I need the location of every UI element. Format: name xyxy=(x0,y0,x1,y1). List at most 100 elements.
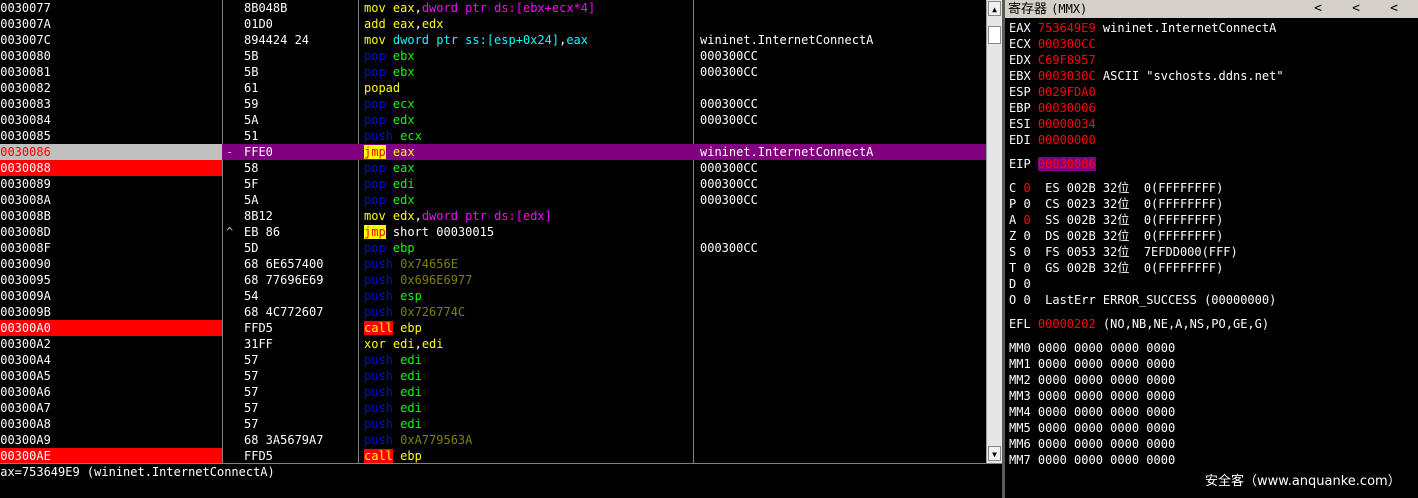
hex-cell: 8B048B xyxy=(244,1,288,15)
disasm-row[interactable]: 000300A5 57 push edi xyxy=(0,368,986,384)
disasm-row[interactable]: 0003008B 8B12 mov edx,dword ptr ds:[edx] xyxy=(0,208,986,224)
instruction-token: push xyxy=(364,289,401,303)
instruction-token: call xyxy=(364,449,393,463)
disasm-row[interactable]: 00030085 51 push ecx xyxy=(0,128,986,144)
comment-cell: 000300CC xyxy=(700,241,758,255)
address-cell: 000300AE xyxy=(0,448,222,463)
address-cell: 00030082 xyxy=(0,81,51,95)
hex-cell: 68 3A5679A7 xyxy=(244,433,324,447)
nav-left-icon[interactable]: < xyxy=(1387,1,1401,17)
disassembly-pane[interactable]: 000300778B048Bmov eax,dword ptr ds:[ebx+… xyxy=(0,0,986,463)
instruction-token: , xyxy=(414,337,422,351)
hex-cell: 58 xyxy=(244,161,259,175)
disasm-row[interactable]: 00030077 8B048B mov eax,dword ptr ds:[ebx+… xyxy=(0,0,986,16)
instruction-cell: pop ebp xyxy=(364,240,690,256)
disasm-row[interactable]: 0003009A 54 push esp xyxy=(0,288,986,304)
instruction-token: eax xyxy=(392,161,415,175)
instruction-token: ebp xyxy=(400,449,422,463)
hex-cell: 57 xyxy=(244,401,259,415)
instruction-token: edi xyxy=(400,401,422,415)
disassembly-scrollbar[interactable]: ▲ ▼ xyxy=(986,0,1003,463)
disasm-row[interactable]: 000300A7 57 push edi xyxy=(0,400,986,416)
disasm-row[interactable]: 0003009B 68 4C772607 push 0x726774C xyxy=(0,304,986,320)
instruction-token: ebx xyxy=(392,65,415,79)
hex-cell: 57 xyxy=(244,385,259,399)
watermark: 安全客（www.anquanke.com） xyxy=(1205,474,1401,489)
flag-row-t: T 0 GS 002B 32位 0(FFFFFFFF) xyxy=(1009,260,1223,276)
register-value: 0000 0000 0000 0000 xyxy=(1037,421,1176,435)
disasm-row[interactable]: 0003007C 894424 24 mov dword ptr ss:[esp+0… xyxy=(0,32,986,48)
disasm-row[interactable]: 00030089 5F pop edi 000300CC xyxy=(0,176,986,192)
instruction-token: edi xyxy=(400,417,422,431)
disasm-row[interactable]: 000300A8 57 push edi xyxy=(0,416,986,432)
disasm-row[interactable]: 0003008A 5A pop edx 000300CC xyxy=(0,192,986,208)
instruction-token: edi xyxy=(392,337,415,351)
register-value: 0003030C xyxy=(1037,69,1096,83)
disasm-row[interactable]: 00030081 5B pop ebx 000300CC xyxy=(0,64,986,80)
register-row-eax: EAX 753649E9 wininet.InternetConnectA xyxy=(1009,20,1276,36)
disasm-row[interactable]: 00030086-FFE0 jmp eax wininet.InternetConn… xyxy=(0,144,986,160)
registers-pane[interactable]: 寄存器 (MMX) < < < EAX 753649E9 wininet.Int… xyxy=(1005,0,1418,498)
register-row-ecx: ECX 000300CC xyxy=(1009,36,1096,52)
instruction-cell: pop edx xyxy=(364,192,690,208)
scroll-down-arrow-icon[interactable]: ▼ xyxy=(988,446,1001,461)
disasm-row[interactable]: 000300A2 31FF xor edi,edi xyxy=(0,336,986,352)
instruction-token: 0x726774C xyxy=(400,305,466,319)
disasm-row[interactable]: 000300A4 57 push edi xyxy=(0,352,986,368)
register-value: 00030006 xyxy=(1037,101,1096,115)
instruction-cell: mov edx,dword ptr ds:[edx] xyxy=(364,208,690,224)
flag-value: 0 xyxy=(1023,181,1031,195)
disasm-row[interactable]: 000300A9 68 3A5679A7 push 0xA779563A xyxy=(0,432,986,448)
instruction-token: mov xyxy=(364,33,393,47)
hex-cell: 5D xyxy=(244,241,259,255)
disasm-row[interactable]: 00030084 5A pop edx 000300CC xyxy=(0,112,986,128)
instruction-token: call xyxy=(364,321,393,335)
instruction-token: pop xyxy=(364,193,393,207)
disasm-row[interactable]: 000300A0 FFD5 call ebp xyxy=(0,320,986,336)
instruction-token: push xyxy=(364,257,401,271)
instruction-token: edx xyxy=(392,209,415,223)
nav-left-icon[interactable]: < xyxy=(1349,1,1363,17)
disasm-row[interactable]: 0003007A 01D0 add eax,edx xyxy=(0,16,986,32)
instruction-cell: push edi xyxy=(364,352,690,368)
hex-cell: 5A xyxy=(244,193,259,207)
register-value: 0000 0000 0000 0000 xyxy=(1037,389,1176,403)
instruction-cell: push edi xyxy=(364,400,690,416)
instruction-token: edi xyxy=(400,353,422,367)
instruction-token: , xyxy=(414,1,422,15)
disasm-row[interactable]: 00030090 68 6E657400 push 0x74656E xyxy=(0,256,986,272)
disasm-row[interactable]: 00030080 5B pop ebx 000300CC xyxy=(0,48,986,64)
register-note: wininet.InternetConnectA xyxy=(1095,21,1277,35)
hex-cell: 57 xyxy=(244,369,259,383)
disasm-row[interactable]: 000300AE FFD5 call ebp xyxy=(0,448,986,463)
disasm-row[interactable]: 000300A6 57 push edi xyxy=(0,384,986,400)
disasm-row[interactable]: 0003008F 5D pop ebp 000300CC xyxy=(0,240,986,256)
disasm-row[interactable]: 00030083 59 pop ecx 000300CC xyxy=(0,96,986,112)
scroll-thumb[interactable] xyxy=(988,26,1001,44)
disasm-row[interactable]: 0003008D ^ EB 86 jmp short 00030015 xyxy=(0,224,986,240)
address-cell: 0003008D xyxy=(0,225,51,239)
register-row-esp: ESP 0029FDA0 xyxy=(1009,84,1096,100)
disasm-row[interactable]: 00030088 58 pop eax 000300CC xyxy=(0,160,986,176)
register-text: MM5 xyxy=(1009,421,1038,435)
scroll-up-arrow-icon[interactable]: ▲ xyxy=(988,1,1001,16)
instruction-token: push xyxy=(364,385,401,399)
register-row-ebp: EBP 00030006 xyxy=(1009,100,1096,116)
flag-value: 0 xyxy=(1023,213,1031,227)
address-cell: 0003008B xyxy=(0,209,51,223)
disasm-row[interactable]: 00030095 68 77696E69 push 0x696E6977 xyxy=(0,272,986,288)
comment-cell: 000300CC xyxy=(700,177,758,191)
flag-row-s: S 0 FS 0053 32位 7EFDD000(FFF) xyxy=(1009,244,1238,260)
register-text: MM1 xyxy=(1009,357,1038,371)
nav-left-icon[interactable]: < xyxy=(1311,1,1325,17)
instruction-token: eax xyxy=(566,33,588,47)
register-text: P xyxy=(1009,197,1024,211)
instruction-token: pop xyxy=(364,113,393,127)
address-cell: 000300A4 xyxy=(0,353,51,367)
disasm-row[interactable]: 00030082 61 popad xyxy=(0,80,986,96)
instruction-token: jmp xyxy=(364,225,386,239)
address-cell: 0003009B xyxy=(0,305,51,319)
instruction-token xyxy=(386,145,393,159)
register-text: S xyxy=(1009,245,1024,259)
register-value: 0000 0000 0000 0000 xyxy=(1037,357,1176,371)
